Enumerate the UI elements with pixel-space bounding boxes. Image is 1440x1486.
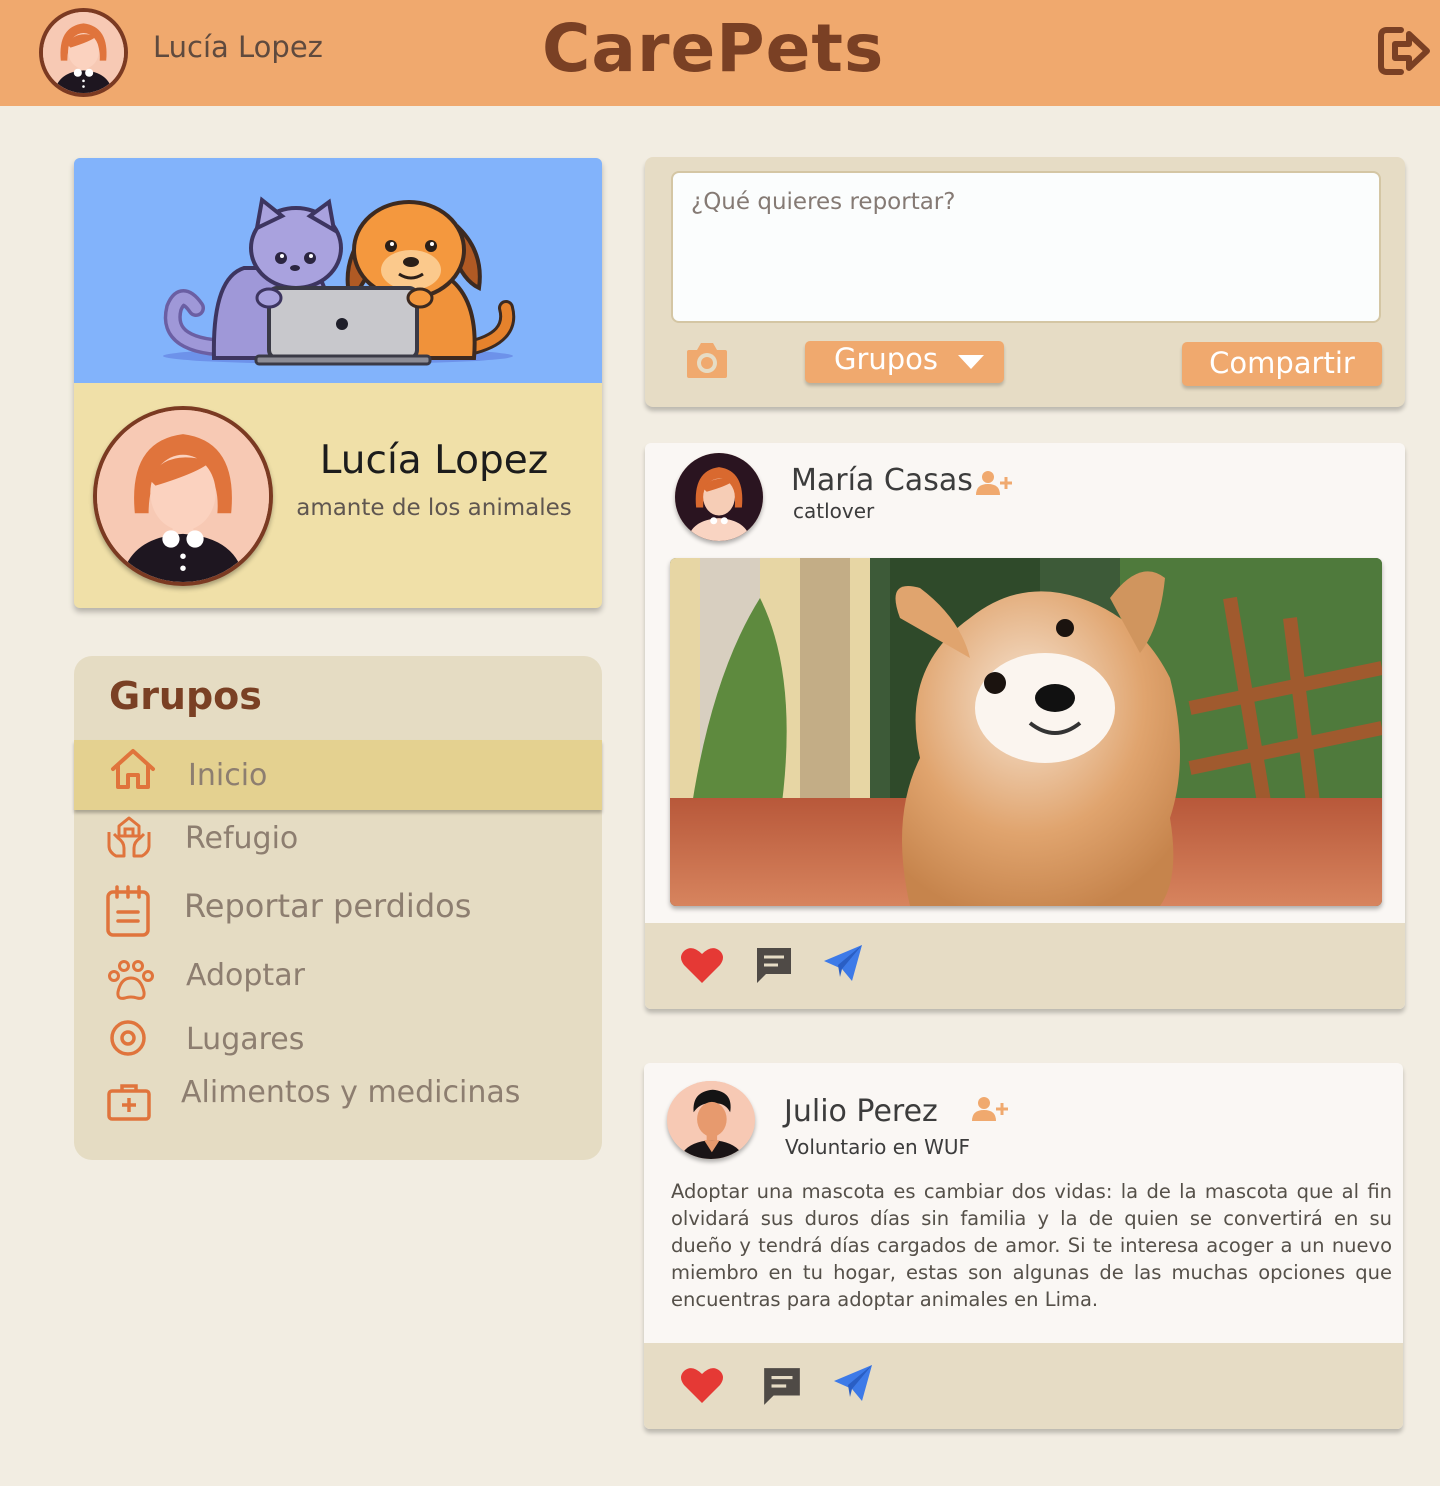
heart-icon[interactable]: [680, 1365, 724, 1409]
post-text: Adoptar una mascota es cambiar dos vidas…: [671, 1180, 1392, 1311]
top-navbar: Lucía Lopez CarePets: [0, 0, 1440, 106]
comment-icon[interactable]: [754, 945, 794, 989]
user-avatar-icon: [675, 453, 763, 541]
menu-item-alimentos-y-medicinas[interactable]: Alimentos y medicinas: [74, 1075, 602, 1128]
menu-item-label: Adoptar: [186, 958, 305, 993]
medkit-icon: [107, 1083, 151, 1125]
corgi-photo: [670, 558, 1382, 906]
add-friend-icon[interactable]: [975, 470, 1013, 496]
post-photo[interactable]: [670, 558, 1382, 906]
camera-icon[interactable]: [685, 340, 729, 380]
menu-item-label: Refugio: [185, 821, 299, 856]
paw-icon: [108, 960, 154, 1006]
menu-item-reportar-perdidos[interactable]: Reportar perdidos: [74, 878, 602, 944]
user-avatar-icon: [667, 1081, 755, 1159]
avatar[interactable]: [667, 1081, 755, 1159]
profile-bio: amante de los animales: [296, 495, 572, 521]
avatar[interactable]: [675, 453, 763, 541]
menu-item-adoptar[interactable]: Adoptar: [74, 954, 602, 1008]
avatar[interactable]: [39, 8, 128, 97]
post-author-subtitle: catlover: [793, 499, 875, 523]
post-composer: Grupos Compartir: [645, 157, 1405, 407]
add-friend-icon[interactable]: [971, 1096, 1009, 1122]
post-card: Julio Perez Voluntario en WUF Adoptar un…: [644, 1063, 1403, 1429]
profile-name: Lucía Lopez: [319, 438, 549, 483]
report-input[interactable]: [671, 171, 1381, 323]
comment-icon[interactable]: [760, 1365, 804, 1411]
share-button[interactable]: Compartir: [1182, 342, 1382, 386]
send-icon[interactable]: [822, 943, 864, 987]
menu-item-lugares[interactable]: Lugares: [74, 1016, 602, 1070]
cat-dog-laptop-illustration: [163, 196, 516, 366]
post-author[interactable]: María Casas: [791, 463, 973, 498]
user-avatar-icon: [97, 410, 269, 582]
menu-item-label: Lugares: [186, 1022, 305, 1057]
logout-icon[interactable]: [1377, 24, 1431, 78]
groups-title: Grupos: [109, 674, 262, 718]
groups-dropdown-label: Grupos: [834, 342, 939, 376]
groups-dropdown[interactable]: Grupos: [805, 341, 1004, 383]
header-user-name: Lucía Lopez: [153, 30, 323, 64]
post-author-subtitle: Voluntario en WUF: [785, 1135, 970, 1159]
post-actions: [644, 1343, 1403, 1429]
post-actions: [645, 923, 1405, 1009]
heart-icon[interactable]: [680, 945, 724, 989]
profile-avatar[interactable]: [93, 406, 273, 586]
send-icon[interactable]: [832, 1363, 874, 1407]
menu-item-label: Alimentos y medicinas: [181, 1075, 521, 1110]
location-icon: [109, 1018, 149, 1064]
post-card: María Casas catlover: [645, 443, 1405, 1009]
user-avatar-icon: [43, 12, 124, 93]
menu-item-label: Reportar perdidos: [184, 887, 472, 925]
groups-menu: Grupos Inicio Refugio Reportar perdidos …: [74, 656, 602, 1160]
brand-logo[interactable]: CarePets: [542, 10, 884, 87]
shelter-icon: [106, 814, 152, 864]
chevron-down-icon: [958, 355, 984, 369]
menu-item-label: Inicio: [188, 758, 268, 793]
profile-card: Lucía Lopez amante de los animales: [74, 158, 602, 608]
home-icon: [109, 747, 157, 795]
menu-item-inicio[interactable]: Inicio: [74, 740, 602, 810]
profile-banner: [74, 158, 602, 383]
post-author[interactable]: Julio Perez: [784, 1094, 938, 1129]
report-icon: [105, 884, 153, 942]
menu-item-refugio[interactable]: Refugio: [74, 812, 602, 872]
